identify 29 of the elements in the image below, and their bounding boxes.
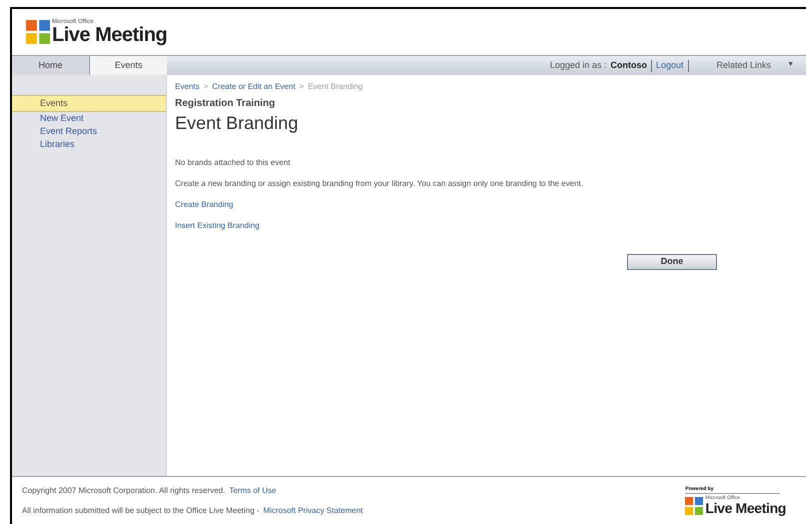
nav-tab[interactable]: Events xyxy=(90,56,167,75)
breadcrumb-separator: > xyxy=(203,81,208,93)
sidebar-item[interactable]: Events xyxy=(12,95,166,112)
page-title: Event Branding xyxy=(175,112,300,135)
terms-link[interactable]: Terms of Use xyxy=(229,484,276,496)
sidebar-item[interactable]: Libraries xyxy=(12,138,166,151)
description-text: Create a new branding or assign existing branding from your library. You can assign only one branding to the event. xyxy=(175,178,584,190)
breadcrumb-current: Event Branding xyxy=(308,81,363,93)
breadcrumb-separator: > xyxy=(299,81,304,93)
office-logo-icon xyxy=(685,496,704,515)
notice-text: All information submitted will be subject to the Office Live Meeting - xyxy=(22,504,260,516)
logout-link[interactable]: Logout xyxy=(656,58,684,72)
status-text: No brands attached to this event xyxy=(175,157,292,169)
done-button[interactable]: Done xyxy=(627,254,717,270)
event-name: Registration Training xyxy=(175,97,276,111)
sidebar-item[interactable]: Event Reports xyxy=(12,125,166,138)
privacy-link[interactable]: Microsoft Privacy Statement xyxy=(263,504,363,516)
sidebar-item[interactable]: New Event xyxy=(12,112,166,125)
copyright-text: Copyright 2007 Microsoft Corporation. All rights reserved. xyxy=(22,484,226,496)
office-logo-icon xyxy=(26,20,50,44)
nav-tab[interactable]: Home xyxy=(12,56,90,75)
breadcrumb-link[interactable]: Events xyxy=(175,81,200,93)
branding-link[interactable]: Insert Existing Branding xyxy=(175,220,260,232)
user-name: Contoso xyxy=(610,58,647,72)
branding-link[interactable]: Create Branding xyxy=(175,199,234,211)
logged-in-label: Logged in as : xyxy=(550,58,606,72)
logo-text: Live Meeting xyxy=(52,25,168,45)
breadcrumb-link[interactable]: Create or Edit an Event xyxy=(212,81,296,93)
logo-text: Live Meeting xyxy=(705,501,786,516)
